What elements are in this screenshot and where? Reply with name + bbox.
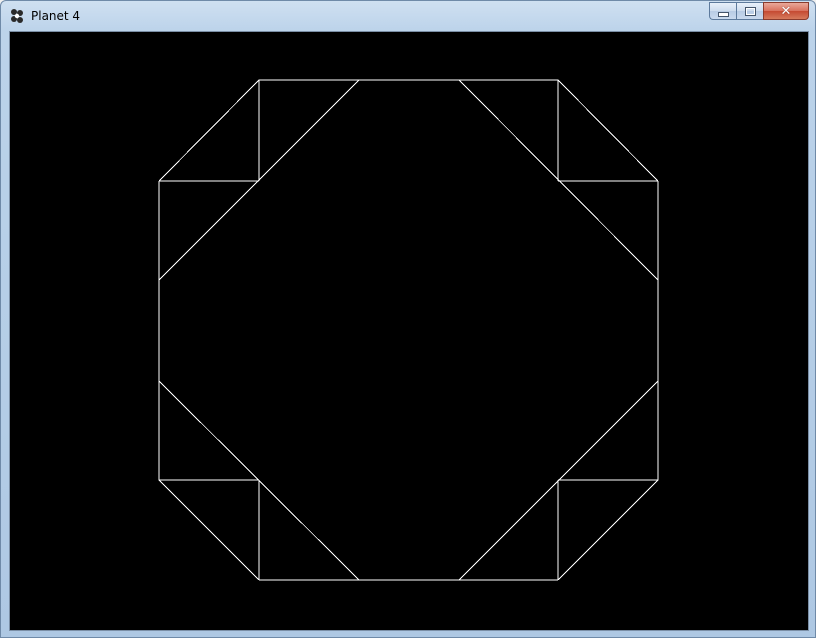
minimize-icon [717, 11, 729, 17]
close-button[interactable]: ✕ [763, 2, 809, 20]
minimize-button[interactable] [709, 2, 736, 20]
tl-outer-diagonal [158, 79, 260, 182]
render-area[interactable] [9, 31, 809, 631]
caption-buttons: ✕ [709, 2, 809, 22]
br-outer-diagonal [557, 479, 659, 581]
maximize-button[interactable] [736, 2, 763, 20]
maximize-icon [744, 6, 756, 16]
app-icon[interactable] [8, 7, 26, 25]
tr-outer-diagonal [557, 79, 659, 182]
close-icon: ✕ [780, 3, 792, 19]
bl-outer-diagonal [158, 479, 260, 581]
app-window: Planet 4 ✕ [0, 0, 816, 638]
planet-canvas [158, 79, 659, 581]
window-title: Planet 4 [31, 9, 81, 23]
title-bar[interactable]: Planet 4 ✕ [1, 1, 815, 31]
octagon-wireframe [158, 79, 659, 581]
